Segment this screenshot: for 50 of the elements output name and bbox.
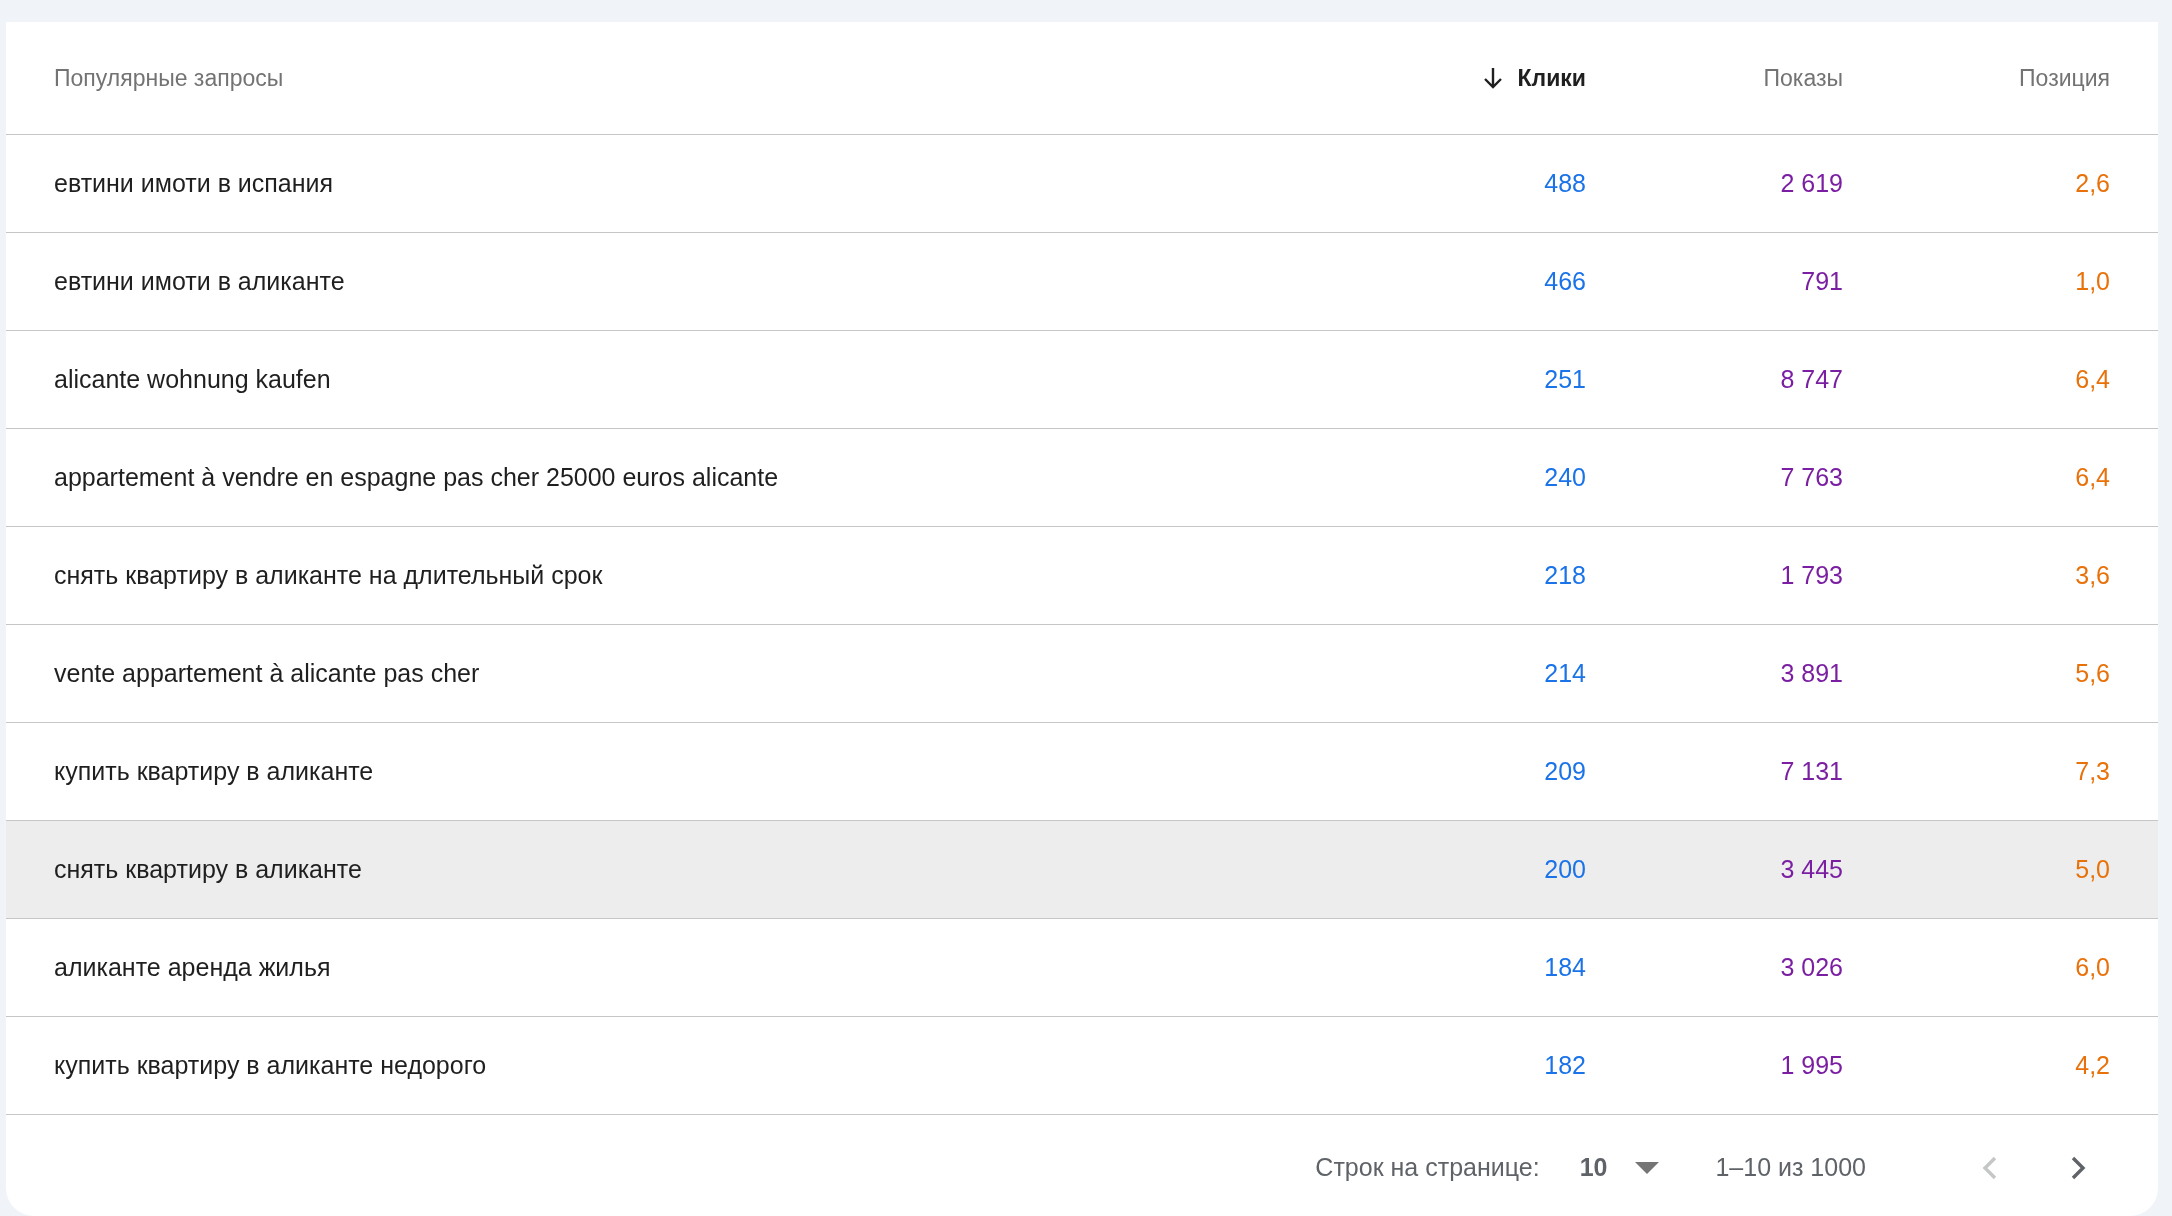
clicks-cell-text: 182 [1543,1051,1586,1080]
impressions-cell-text: 8 747 [1779,365,1843,394]
position-cell-text: 7,3 [2074,757,2110,786]
clicks-cell-text: 488 [1543,169,1586,198]
impressions-cell-text: 3 026 [1779,953,1843,982]
query-cell-text: снять квартиру в аликанте [54,855,363,884]
query-cell-text: appartement à vendre en espagne pas cher 25000 euros alicante [54,463,780,492]
sort-arrow-icon [1481,66,1504,90]
page-range: 1–10 из 1000 [1715,1153,1866,1182]
position-cell-text: 6,4 [2074,463,2110,492]
clicks-cell-text: 466 [1543,267,1586,296]
query-cell-text: аликанте аренда жилья [54,953,332,982]
query-cell-text: евтини имоти в испания [54,169,335,198]
clicks-cell-text: 200 [1543,855,1586,884]
position-cell-text: 5,0 [2074,855,2110,884]
position-cell-text: 5,6 [2074,659,2110,688]
impressions-cell-text: 3 891 [1779,659,1843,688]
column-header[interactable]: Популярные запросы [54,64,1326,92]
column-header[interactable]: Показы [1586,64,1843,92]
query-cell-text: alicante wohnung kaufen [54,365,332,394]
query-cell-text: снять квартиру в аликанте на длительный срок [54,561,604,590]
position-cell-text: 1,0 [2074,267,2110,296]
column-header[interactable]: Позиция [1843,64,2110,92]
dropdown-caret-icon [1635,1161,1660,1174]
query-cell-text: купить квартиру в аликанте [54,757,375,786]
query-cell-text: vente appartement à alicante pas cher [54,659,481,688]
column-header[interactable]: Клики [1326,64,1586,92]
rows-per-page-label: Строк на странице: [1315,1153,1540,1182]
impressions-cell-text: 7 763 [1779,463,1843,492]
clicks-cell-text: 251 [1543,365,1586,394]
impressions-cell-text: 7 131 [1779,757,1843,786]
impressions-cell-text: 2 619 [1779,169,1843,198]
clicks-cell-text: 209 [1543,757,1586,786]
position-cell-text: 6,4 [2074,365,2110,394]
rows-per-page-select[interactable]: 10 [1579,1153,1660,1182]
impressions-cell-text: 791 [1800,267,1843,296]
position-cell-text: 3,6 [2074,561,2110,590]
position-cell-text: 4,2 [2074,1051,2110,1080]
clicks-cell-text: 240 [1543,463,1586,492]
impressions-cell-text: 3 445 [1779,855,1843,884]
impressions-cell-text: 1 995 [1779,1051,1843,1080]
query-cell-text: евтини имоти в аликанте [54,267,346,296]
clicks-cell-text: 214 [1543,659,1586,688]
table-row[interactable]: снять квартиру в аликанте 200 3 445 5,0 [6,821,2158,919]
impressions-cell-text: 1 793 [1779,561,1843,590]
query-cell-text: купить квартиру в аликанте недорого [54,1051,488,1080]
position-cell-text: 2,6 [2074,169,2110,198]
clicks-cell-text: 218 [1543,561,1586,590]
position-cell-text: 6,0 [2074,953,2110,982]
clicks-cell-text: 184 [1543,953,1586,982]
